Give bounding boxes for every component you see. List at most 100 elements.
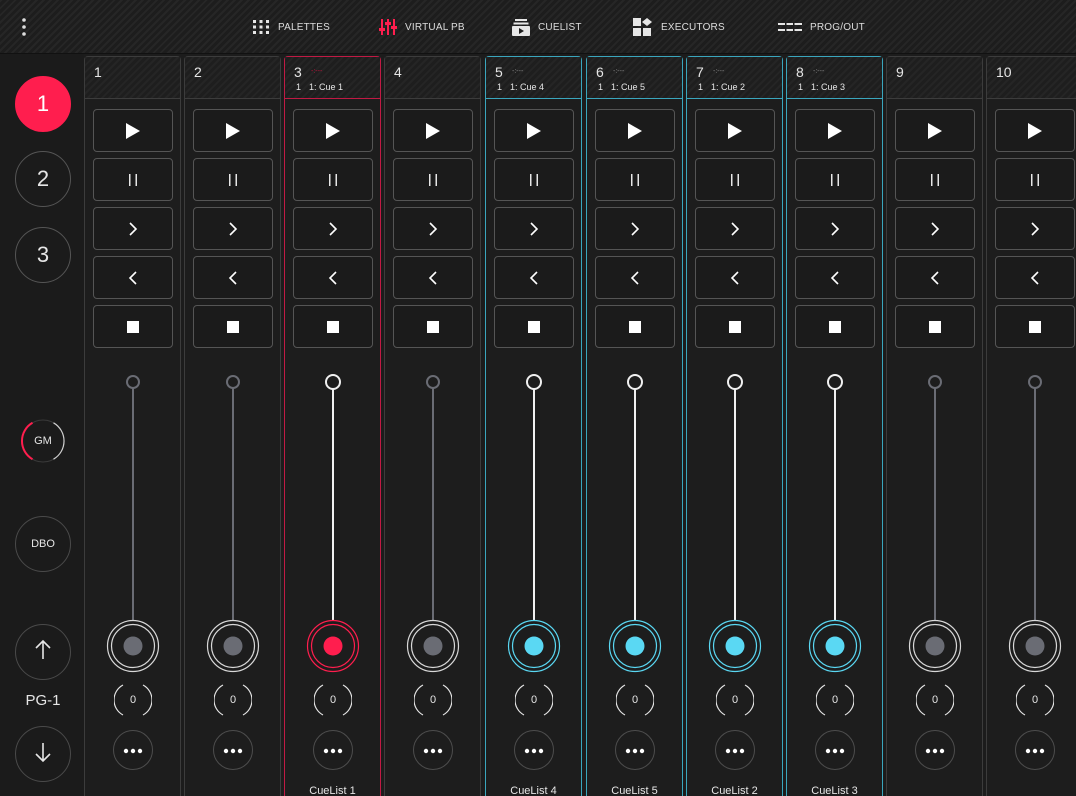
next-button[interactable]: [193, 207, 273, 250]
fader-track[interactable]: [332, 387, 334, 649]
next-button[interactable]: [494, 207, 574, 250]
more-options-button[interactable]: [1015, 730, 1055, 770]
more-options-button[interactable]: [113, 730, 153, 770]
fader-track[interactable]: [634, 387, 636, 649]
more-options-button[interactable]: [413, 730, 453, 770]
playback-header[interactable]: 3 -:--- 1 1: Cue 1: [285, 57, 380, 99]
previous-button[interactable]: [695, 256, 775, 299]
play-button[interactable]: [293, 109, 373, 152]
playback-header[interactable]: 9: [887, 57, 982, 99]
stop-button[interactable]: [595, 305, 675, 348]
play-button[interactable]: [795, 109, 875, 152]
previous-button[interactable]: [595, 256, 675, 299]
grand-master-knob[interactable]: GM: [20, 418, 66, 464]
fader-handle[interactable]: [608, 619, 662, 673]
next-button[interactable]: [695, 207, 775, 250]
play-button[interactable]: [193, 109, 273, 152]
fader-handle[interactable]: [106, 619, 160, 673]
pause-button[interactable]: [695, 158, 775, 201]
page-button-3[interactable]: 3: [15, 227, 71, 283]
pause-button[interactable]: [193, 158, 273, 201]
stop-button[interactable]: [695, 305, 775, 348]
play-button[interactable]: [93, 109, 173, 152]
fader-handle[interactable]: [808, 619, 862, 673]
stop-button[interactable]: [795, 305, 875, 348]
level-readout[interactable]: 0: [616, 681, 654, 719]
fader-track[interactable]: [834, 387, 836, 649]
level-readout[interactable]: 0: [114, 681, 152, 719]
playback-header[interactable]: 4: [385, 57, 480, 99]
playback-header[interactable]: 7 -:--- 1 1: Cue 2: [687, 57, 782, 99]
fader-handle[interactable]: [507, 619, 561, 673]
nav-virtual-pb[interactable]: VIRTUAL PB: [379, 15, 465, 39]
next-button[interactable]: [393, 207, 473, 250]
page-down-button[interactable]: [15, 726, 71, 782]
level-readout[interactable]: 0: [314, 681, 352, 719]
nav-prog-out[interactable]: PROG/OUT: [778, 15, 865, 39]
pause-button[interactable]: [293, 158, 373, 201]
more-options-button[interactable]: [715, 730, 755, 770]
next-button[interactable]: [293, 207, 373, 250]
more-options-button[interactable]: [313, 730, 353, 770]
stop-button[interactable]: [93, 305, 173, 348]
fader-handle[interactable]: [1008, 619, 1062, 673]
level-readout[interactable]: 0: [816, 681, 854, 719]
play-button[interactable]: [494, 109, 574, 152]
pause-button[interactable]: [595, 158, 675, 201]
playback-header[interactable]: 8 -:--- 1 1: Cue 3: [787, 57, 882, 99]
pause-button[interactable]: [795, 158, 875, 201]
next-button[interactable]: [795, 207, 875, 250]
stop-button[interactable]: [193, 305, 273, 348]
kebab-menu-icon[interactable]: [14, 14, 34, 40]
pause-button[interactable]: [895, 158, 975, 201]
playback-header[interactable]: 1: [85, 57, 180, 99]
previous-button[interactable]: [293, 256, 373, 299]
page-button-2[interactable]: 2: [15, 151, 71, 207]
play-button[interactable]: [895, 109, 975, 152]
previous-button[interactable]: [494, 256, 574, 299]
playback-header[interactable]: 5 -:--- 1 1: Cue 4: [486, 57, 581, 99]
level-readout[interactable]: 0: [515, 681, 553, 719]
playback-header[interactable]: 2: [185, 57, 280, 99]
fader-handle[interactable]: [406, 619, 460, 673]
fader-handle[interactable]: [908, 619, 962, 673]
playback-header[interactable]: 10: [987, 57, 1076, 99]
nav-cuelist[interactable]: CUELIST: [512, 15, 582, 39]
more-options-button[interactable]: [815, 730, 855, 770]
play-button[interactable]: [995, 109, 1075, 152]
next-button[interactable]: [995, 207, 1075, 250]
fader-track[interactable]: [432, 387, 434, 649]
play-button[interactable]: [595, 109, 675, 152]
pause-button[interactable]: [393, 158, 473, 201]
fader-track[interactable]: [533, 387, 535, 649]
fader-handle[interactable]: [206, 619, 260, 673]
fader-track[interactable]: [1034, 387, 1036, 649]
playback-header[interactable]: 6 -:--- 1 1: Cue 5: [587, 57, 682, 99]
dbo-button[interactable]: DBO: [15, 516, 71, 572]
previous-button[interactable]: [995, 256, 1075, 299]
nav-executors[interactable]: EXECUTORS: [633, 15, 725, 39]
stop-button[interactable]: [895, 305, 975, 348]
previous-button[interactable]: [193, 256, 273, 299]
page-button-1[interactable]: 1: [15, 76, 71, 132]
fader-track[interactable]: [934, 387, 936, 649]
pause-button[interactable]: [995, 158, 1075, 201]
level-readout[interactable]: 0: [214, 681, 252, 719]
pause-button[interactable]: [494, 158, 574, 201]
pause-button[interactable]: [93, 158, 173, 201]
level-readout[interactable]: 0: [916, 681, 954, 719]
fader-handle[interactable]: [708, 619, 762, 673]
fader-track[interactable]: [232, 387, 234, 649]
fader-track[interactable]: [132, 387, 134, 649]
page-up-button[interactable]: [15, 624, 71, 680]
play-button[interactable]: [393, 109, 473, 152]
play-button[interactable]: [695, 109, 775, 152]
more-options-button[interactable]: [915, 730, 955, 770]
fader-handle[interactable]: [306, 619, 360, 673]
stop-button[interactable]: [995, 305, 1075, 348]
nav-palettes[interactable]: PALETTES: [252, 15, 330, 39]
more-options-button[interactable]: [213, 730, 253, 770]
level-readout[interactable]: 0: [414, 681, 452, 719]
stop-button[interactable]: [393, 305, 473, 348]
previous-button[interactable]: [795, 256, 875, 299]
